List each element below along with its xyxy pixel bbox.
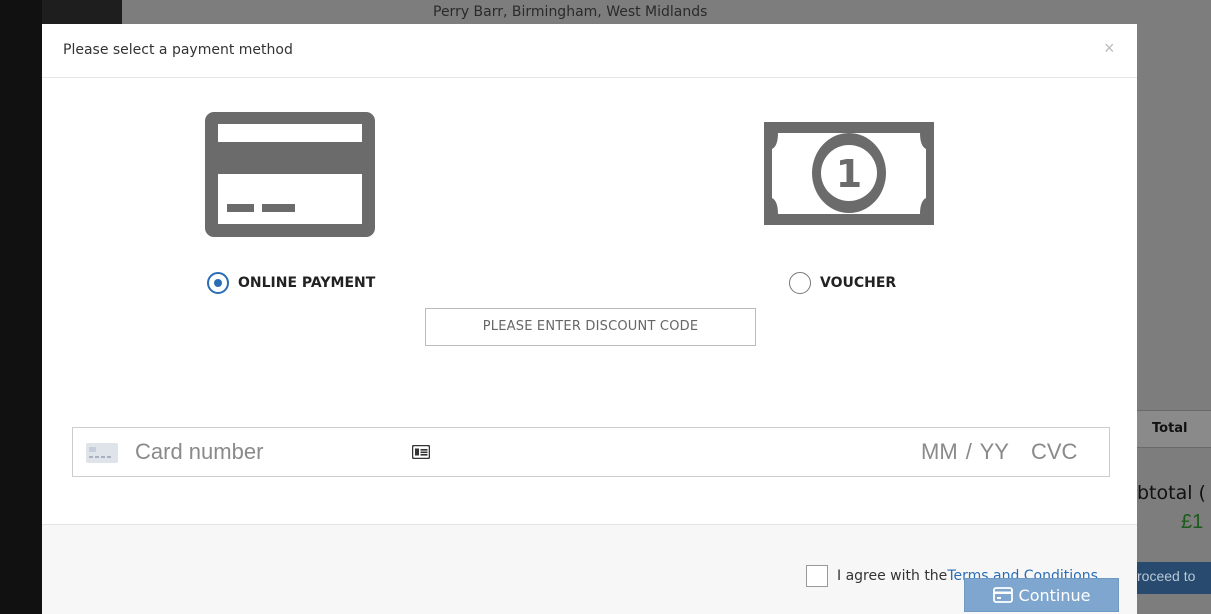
voucher-label: VOUCHER — [820, 275, 897, 291]
card-details-field[interactable]: Card number MM / YY CVC — [72, 427, 1110, 477]
online-payment-radio-row[interactable]: ONLINE PAYMENT — [207, 272, 375, 294]
card-brand-icon — [86, 443, 118, 463]
modal-header: Please select a payment method × — [42, 24, 1137, 78]
id-card-icon — [412, 445, 430, 459]
credit-card-small-icon — [992, 587, 1013, 603]
voucher-radio-row[interactable]: VOUCHER — [789, 272, 896, 294]
background-total-header: Total — [1152, 421, 1188, 436]
card-number-input[interactable]: Card number — [135, 439, 263, 465]
banknote-icon[interactable]: 1 — [764, 122, 934, 225]
background-location-text: Perry Barr, Birmingham, West Midlands — [433, 4, 708, 20]
credit-card-icon[interactable] — [205, 112, 375, 237]
card-expiry-input[interactable]: MM / YY — [921, 439, 1009, 465]
background-proceed-button: roceed to — [1137, 562, 1211, 594]
svg-text:1: 1 — [836, 152, 862, 196]
modal-title: Please select a payment method — [63, 42, 293, 58]
continue-button[interactable]: Continue — [964, 578, 1119, 612]
discount-code-input[interactable]: PLEASE ENTER DISCOUNT CODE — [425, 308, 756, 346]
voucher-radio[interactable] — [789, 272, 811, 294]
continue-label: Continue — [1018, 585, 1091, 605]
terms-agreement-text: I agree with the — [837, 568, 948, 584]
background-left-strip — [0, 0, 42, 614]
background-price: £1 — [1181, 511, 1204, 533]
terms-checkbox[interactable] — [806, 565, 828, 587]
background-subtotal-label: btotal ( — [1137, 482, 1206, 504]
card-cvc-input[interactable]: CVC — [1031, 439, 1077, 465]
close-icon[interactable]: × — [1104, 38, 1115, 59]
online-payment-radio[interactable] — [207, 272, 229, 294]
online-payment-label: ONLINE PAYMENT — [238, 275, 376, 291]
payment-modal: Please select a payment method × ONLINE … — [42, 24, 1137, 614]
modal-footer: I agree with the Terms and Conditions . … — [42, 524, 1137, 614]
